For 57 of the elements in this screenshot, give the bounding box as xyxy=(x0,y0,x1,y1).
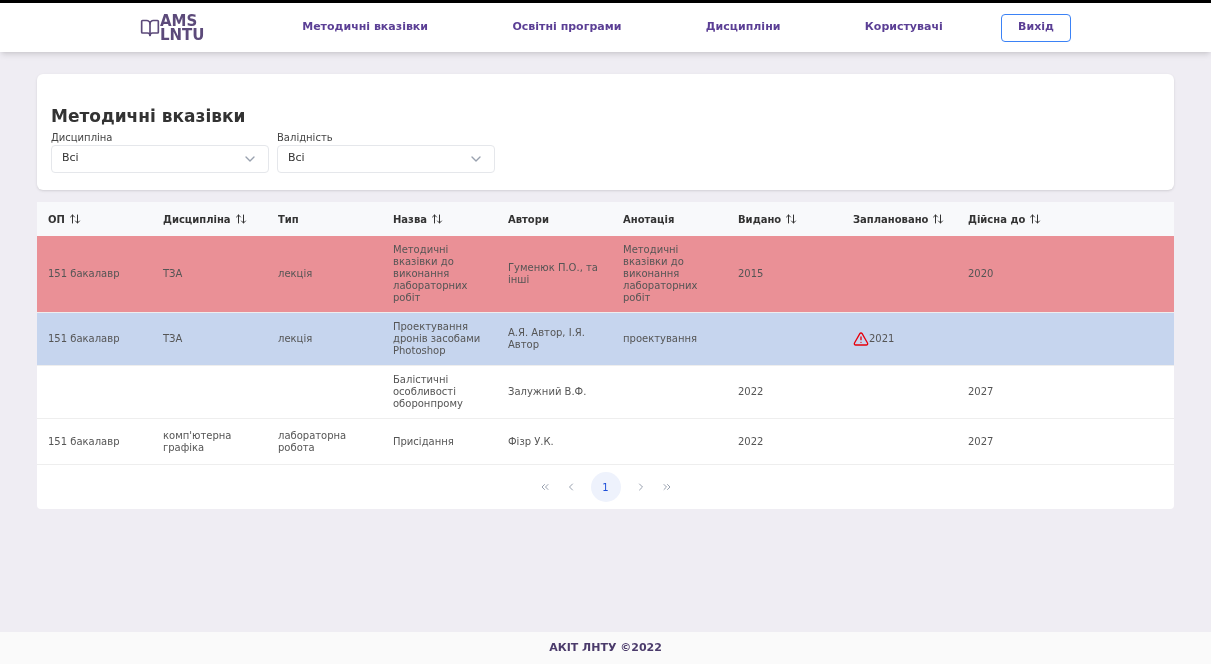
logo-text: LNTU xyxy=(160,27,205,42)
column-header[interactable]: ОП xyxy=(48,211,163,227)
table-cell-text: Проектування дронів засобами Photoshop xyxy=(393,321,482,357)
table-cell: ТЗА xyxy=(163,333,183,345)
field-label: Дисципліна xyxy=(51,130,114,145)
table-cell: 151 бакалавр xyxy=(48,333,120,345)
select-field[interactable]: Всі xyxy=(277,144,495,173)
table-cell: проектування xyxy=(623,333,698,345)
logout-button[interactable]: Вихід xyxy=(1001,13,1071,42)
table-cell-text: комп'ютерна графіка xyxy=(163,429,233,454)
table-cell-text: Методичні вказівки до виконання лабораторних робіт xyxy=(623,244,699,304)
table-cell: 2022 xyxy=(738,386,764,398)
table-cell: 151 бакалавр xyxy=(48,268,120,280)
table-cell-text: лабораторна робота xyxy=(278,429,348,454)
footer-text: АКІТ ЛНТУ ©2022 xyxy=(549,639,662,656)
table-cell-text: А.Я. Автор, І.Я. Автор xyxy=(508,327,586,351)
nav-link[interactable]: Користувачі xyxy=(864,19,943,36)
field-label: Валідність xyxy=(277,130,334,145)
table-cell: 2022 xyxy=(738,435,764,448)
nav-link[interactable]: Методичні вказівки xyxy=(302,19,429,36)
column-header[interactable]: Заплановано xyxy=(853,211,968,227)
table-cell: Фізр У.К. xyxy=(508,435,554,448)
table-cell: 2020 xyxy=(968,268,994,280)
table-cell-text: Балістичні особливості оборонпрому xyxy=(393,374,464,410)
table-cell: ТЗА xyxy=(163,268,183,280)
table-cell: Залужний В.Ф. xyxy=(508,386,587,398)
table-cell: 2021 xyxy=(869,333,895,345)
logo-text: AMS xyxy=(160,13,198,28)
table-cell: Присідання xyxy=(393,435,454,448)
sort-icon xyxy=(1029,213,1042,225)
table-cell: 2027 xyxy=(968,435,994,448)
table-cell-text: Методичні вказівки до виконання лабораторних робіт xyxy=(393,244,469,304)
column-header[interactable]: Назва xyxy=(393,211,508,227)
column-header[interactable]: Дійсна до xyxy=(968,211,1083,227)
last-page-icon[interactable] xyxy=(660,481,673,493)
column-header: Тип xyxy=(278,212,300,227)
table-cell: 151 бакалавр xyxy=(48,435,120,448)
nav-link[interactable]: Освітні програми xyxy=(512,19,622,36)
page-title: Методичні вказівки xyxy=(51,105,247,128)
column-header[interactable]: Дисципліна xyxy=(163,211,278,227)
page-button[interactable]: 1 xyxy=(590,472,621,502)
sort-icon xyxy=(932,213,945,225)
nav-link[interactable]: Дисципліни xyxy=(705,19,781,36)
table-cell: лекція xyxy=(278,333,313,345)
sort-icon xyxy=(431,213,443,225)
select-field[interactable]: Всі xyxy=(51,144,269,173)
book-icon xyxy=(140,17,160,38)
sort-icon xyxy=(68,213,81,225)
sort-icon xyxy=(785,213,798,225)
table-cell: лекція xyxy=(278,268,313,280)
sort-icon xyxy=(234,213,247,225)
table-cell: 2027 xyxy=(968,386,994,398)
column-header[interactable]: Видано xyxy=(738,211,853,227)
column-header: Анотація xyxy=(623,212,676,227)
column-header: Автори xyxy=(508,212,550,227)
table-cell-text: Гуменюк П.О., та інші xyxy=(508,262,599,286)
table-cell: 2015 xyxy=(738,268,764,280)
